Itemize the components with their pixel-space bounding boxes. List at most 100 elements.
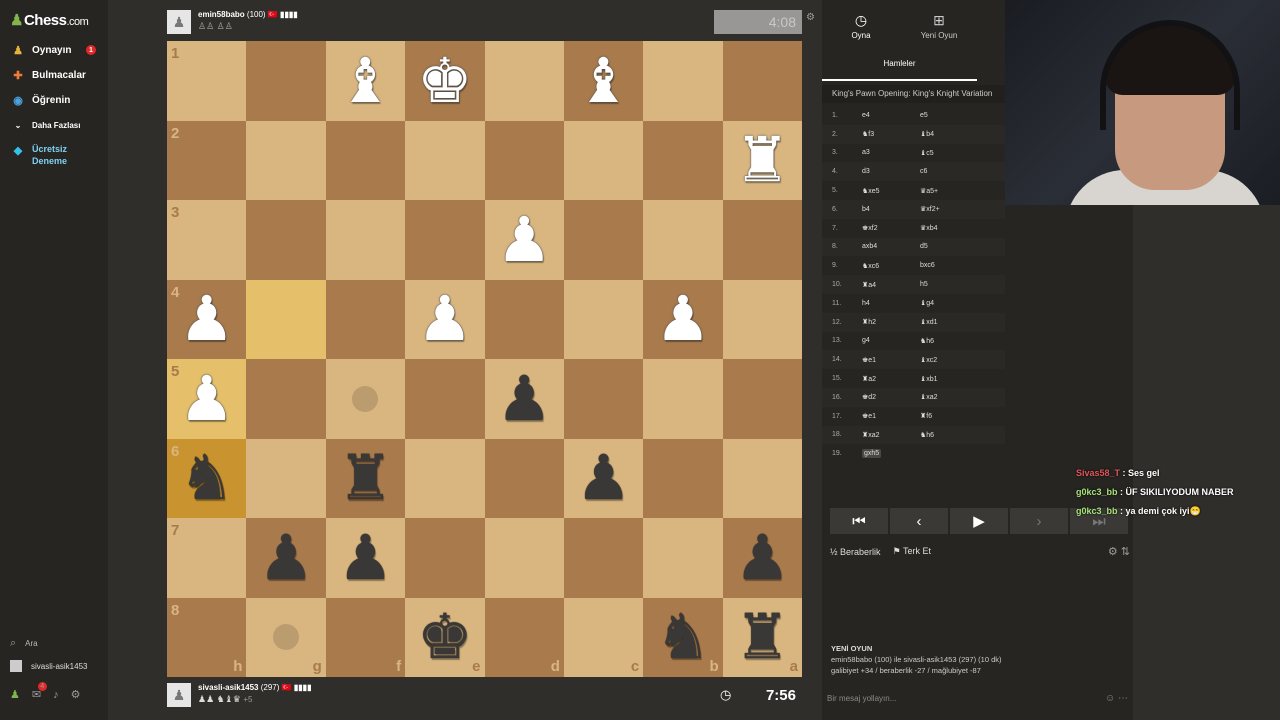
black-pawn-icon[interactable]: ♟ [564,439,643,519]
board-square[interactable] [563,279,644,359]
white-move[interactable]: g4 [862,337,870,344]
black-move[interactable]: h5 [920,281,980,288]
board-square[interactable]: ♟ [246,518,326,598]
board-square[interactable] [405,120,485,200]
chat-message-input[interactable]: Bir mesaj yollayın... ☺ ⋯ [822,688,1133,708]
black-move[interactable]: ♞h6 [920,337,980,345]
black-knight-icon[interactable]: ♞ [167,439,246,519]
black-move[interactable]: ♝c5 [920,149,980,157]
board-square[interactable] [563,200,644,280]
move-hint[interactable] [352,385,379,412]
board-square[interactable] [405,518,485,598]
emoji-icon[interactable]: ☺ ⋯ [1105,693,1128,704]
board-square[interactable] [643,41,723,121]
forward-move-button[interactable]: › [1010,508,1070,534]
board-square[interactable] [722,200,802,280]
friends-icon[interactable]: ♟ [10,688,20,701]
black-move[interactable]: ♝xc2 [920,356,980,364]
white-move[interactable]: b4 [862,206,870,213]
mail-icon[interactable]: ✉ 4 [32,682,47,701]
board-square[interactable] [643,438,723,518]
board-square[interactable]: ♝ [563,41,644,121]
board-square[interactable] [405,359,485,439]
board-square[interactable] [246,200,326,280]
board-square[interactable]: e ♚ [405,597,485,677]
board-square[interactable]: c [563,597,644,677]
black-rook-icon[interactable]: ♜ [723,598,802,678]
board-square[interactable] [563,120,644,200]
board-square[interactable] [722,438,802,518]
board-square[interactable] [484,120,564,200]
white-move[interactable]: ♜a2 [862,376,876,383]
black-move[interactable]: ♞h6 [920,431,980,439]
white-move[interactable]: ♞f3 [862,131,874,138]
black-move[interactable]: ♜f6 [920,412,980,420]
board-square[interactable] [325,200,406,280]
board-square[interactable]: f [325,597,406,677]
bottom-player-avatar[interactable]: ♟ [167,683,191,707]
top-player-avatar[interactable]: ♟ [167,10,191,34]
board-square[interactable]: ♟ [563,438,644,519]
board-square[interactable]: ♟ [722,518,802,598]
board-square[interactable] [484,518,564,598]
board-square[interactable] [484,41,564,121]
board-square[interactable] [643,359,723,439]
black-move[interactable]: ♛a5+ [920,187,980,195]
black-move[interactable]: ♝xa2 [920,393,980,401]
black-move[interactable]: d5 [920,243,980,250]
board-square[interactable] [722,279,802,359]
board-square[interactable]: ♜ [325,438,406,518]
black-move[interactable]: ♝b4 [920,130,980,138]
board-square[interactable] [325,120,406,200]
white-pawn-icon[interactable]: ♟ [167,280,246,360]
white-move[interactable]: d3 [862,168,870,175]
black-pawn-icon[interactable]: ♟ [326,518,405,598]
board-square[interactable]: 3 [167,200,247,280]
white-move[interactable]: ♚e1 [862,357,876,364]
gear-icon[interactable]: ⚙ [71,688,81,701]
board-square[interactable]: 4 ♟ [167,279,247,360]
board-square[interactable]: b ♞ [643,597,723,678]
board-square[interactable] [643,518,723,598]
black-pawn-icon[interactable]: ♟ [246,518,325,598]
sidebar-item-more[interactable]: ⌄ Daha Fazlası [0,113,108,137]
board-square[interactable] [722,359,802,439]
white-move[interactable]: ♜a4 [862,282,876,289]
board-square[interactable] [246,41,326,121]
board-square[interactable]: 6 ♞ [167,438,247,519]
board-square[interactable]: 8h [167,597,247,677]
black-move[interactable]: e5 [920,112,980,119]
board-square[interactable] [246,279,326,359]
black-pawn-icon[interactable]: ♟ [723,518,802,598]
top-player-name[interactable]: emin58babo [198,10,245,19]
board-square[interactable]: 1 [167,41,247,121]
board-square[interactable]: 7 [167,518,247,598]
white-move[interactable]: ♚e1 [862,413,876,420]
board-square[interactable]: ♟ [484,359,564,439]
board-square[interactable] [563,359,644,439]
board-square[interactable] [246,359,326,439]
white-move[interactable]: ♚xf2 [862,225,878,232]
board-square[interactable]: ♝ [325,41,406,121]
board-square[interactable] [246,120,326,200]
board-square[interactable] [563,518,644,598]
white-pawn-icon[interactable]: ♟ [167,359,246,439]
board-square[interactable] [405,438,485,518]
board-square[interactable] [405,200,485,280]
board-square[interactable] [246,438,326,518]
chess-board[interactable]: 1 ♝ ♚ ♝ 2 ♜ 3 ♟ 4 ♟ ♟ ♟ 5 ♟ ♟ 6 ♞ ♜ ♟ 7 ♟ ♟ ♟ 8 h g f e ♚ d c b ♞ a ♜ [167,41,802,677]
white-move[interactable]: h4 [862,300,870,307]
black-pawn-icon[interactable]: ♟ [485,359,564,439]
black-move[interactable]: ♝xd1 [920,318,980,326]
black-knight-icon[interactable]: ♞ [643,598,722,678]
tab-moves[interactable]: Hamleler [822,53,977,81]
move-hint[interactable] [273,624,300,651]
board-square[interactable]: ♚ [405,41,485,121]
board-square[interactable]: 2 [167,120,247,200]
flip-board-icon[interactable]: ⇅ [1121,546,1130,558]
sidebar-item-play[interactable]: ♟ Oynayın 1 [0,38,108,62]
board-square[interactable] [325,279,406,359]
tab-new-game[interactable]: ⊞ Yeni Oyun [900,12,978,40]
white-rook-icon[interactable]: ♜ [723,121,802,201]
black-move[interactable]: bxc6 [920,262,980,269]
